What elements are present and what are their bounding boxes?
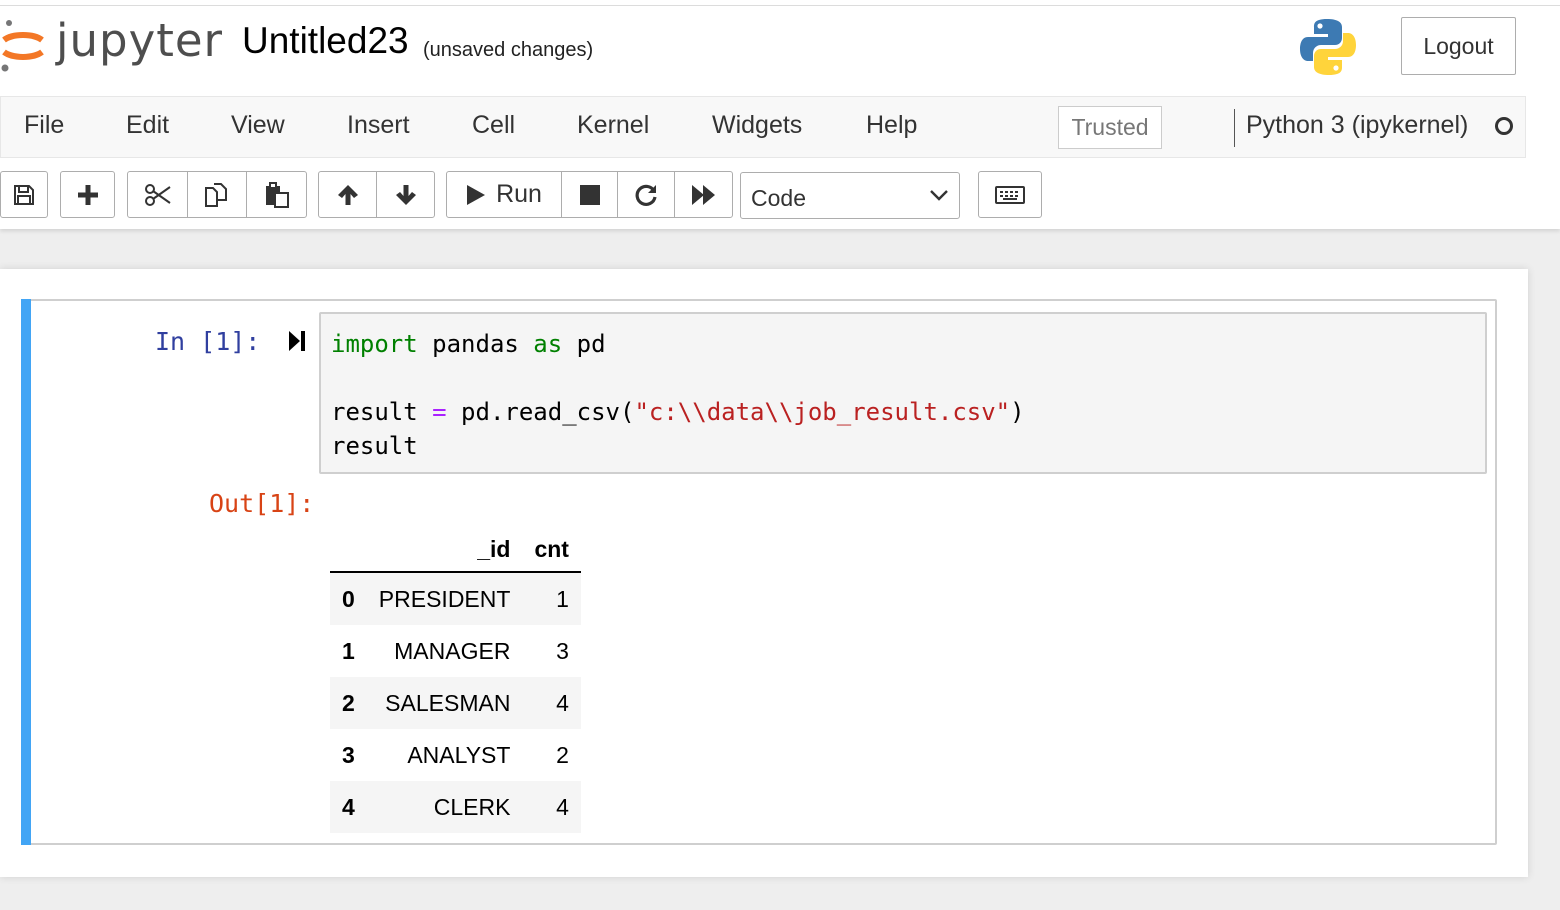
code-token: ) — [1010, 398, 1025, 426]
copy-icon — [205, 182, 227, 207]
code-line: result = pd.read_csv("c:\\data\\job_resu… — [331, 395, 1475, 429]
table-cell: 2 — [556, 741, 569, 768]
table-cell: 4 — [556, 689, 569, 716]
code-editor[interactable]: import pandas as pd result = pd.read_csv(… — [319, 312, 1487, 474]
cell-type-value: Code — [751, 185, 806, 211]
keyboard-icon — [995, 185, 1025, 204]
top-divider — [0, 5, 1560, 6]
arrow-down-icon — [395, 184, 416, 205]
fast-forward-icon — [691, 184, 715, 205]
restart-button[interactable] — [617, 171, 675, 218]
table-row: 3 ANALYST 2 — [330, 729, 581, 781]
run-cell-icon[interactable] — [288, 329, 306, 353]
scissors-icon — [144, 183, 171, 206]
code-cell[interactable]: In [1]: import pandas as pd result = pd.r… — [21, 299, 1497, 845]
table-row: 0 PRESIDENT 1 — [330, 572, 581, 625]
insert-cell-button[interactable] — [60, 171, 115, 218]
paste-icon — [265, 181, 289, 208]
row-index: 4 — [342, 793, 355, 820]
output-prompt: Out[1]: — [209, 489, 315, 518]
table-cell: MANAGER — [394, 637, 511, 664]
table-row: 1 MANAGER 3 — [330, 625, 581, 677]
logout-button[interactable]: Logout — [1401, 17, 1516, 75]
jupyter-logo-icon[interactable] — [0, 16, 46, 74]
stop-icon — [579, 184, 600, 205]
menu-edit[interactable]: Edit — [126, 111, 169, 140]
save-icon — [14, 184, 34, 205]
table-row: 4 CLERK 4 — [330, 781, 581, 833]
paste-button[interactable] — [246, 171, 307, 218]
restart-icon — [635, 184, 657, 206]
menu-file[interactable]: File — [24, 111, 64, 140]
code-token: result — [331, 432, 418, 460]
menu-view[interactable]: View — [231, 111, 285, 140]
save-button[interactable] — [0, 171, 48, 218]
python-logo-icon — [1300, 19, 1356, 75]
table-cell: CLERK — [433, 793, 511, 820]
code-token: pd.read_csv( — [446, 398, 635, 426]
code-token: = — [432, 398, 447, 426]
code-token: as — [533, 330, 563, 358]
table-cell: 3 — [556, 637, 569, 664]
arrow-up-icon — [337, 184, 358, 205]
table-cell: 4 — [556, 793, 569, 820]
table-row: 2 SALESMAN 4 — [330, 677, 581, 729]
row-index: 2 — [342, 689, 355, 716]
code-token: pd — [562, 330, 606, 358]
menu-widgets[interactable]: Widgets — [712, 111, 802, 140]
row-index: 3 — [342, 741, 355, 768]
move-down-button[interactable] — [376, 171, 435, 218]
restart-run-all-button[interactable] — [674, 171, 733, 218]
run-label: Run — [496, 180, 542, 208]
code-token: "c:\\data\\job_result.csv" — [634, 398, 1011, 426]
table-cell: ANALYST — [407, 741, 511, 768]
chevron-down-icon — [930, 190, 948, 201]
menu-kernel[interactable]: Kernel — [577, 111, 649, 140]
column-header: _id — [366, 519, 523, 573]
cell-type-select[interactable]: Code — [740, 172, 960, 219]
menu-insert[interactable]: Insert — [347, 111, 410, 140]
kernel-name[interactable]: Python 3 (ipykernel) — [1246, 111, 1468, 140]
row-index: 1 — [342, 637, 355, 664]
code-token: import — [331, 330, 418, 358]
interrupt-button[interactable] — [561, 171, 618, 218]
plus-icon — [77, 184, 98, 205]
cell-selection-bar — [21, 299, 31, 845]
output-dataframe: _id cnt 0 PRESIDENT 1 1 MANAGER 3 2 SALESMAN 4 3 A… — [330, 519, 581, 833]
menubar: File Edit View Insert Cell Kernel Widget… — [0, 96, 1526, 158]
menu-help[interactable]: Help — [866, 111, 917, 140]
play-icon — [467, 184, 486, 205]
copy-button[interactable] — [187, 171, 247, 218]
logo-wordmark[interactable]: jupyter — [56, 14, 223, 67]
column-header: cnt — [522, 519, 581, 573]
row-index: 0 — [342, 585, 355, 612]
notebook-header: jupyter Untitled23 (unsaved changes) Log… — [0, 0, 1560, 229]
save-status: (unsaved changes) — [423, 39, 594, 61]
table-cell: PRESIDENT — [378, 585, 511, 612]
kernel-idle-icon — [1495, 117, 1513, 135]
code-token: pandas — [417, 330, 534, 358]
notebook-container: In [1]: import pandas as pd result = pd.r… — [0, 269, 1528, 877]
kernel-divider — [1234, 109, 1235, 147]
cut-button[interactable] — [127, 171, 188, 218]
input-prompt: In [1]: — [155, 327, 261, 356]
code-line: import pandas as pd — [331, 327, 1475, 361]
table-body: 0 PRESIDENT 1 1 MANAGER 3 2 SALESMAN 4 3 ANALYST 2 4… — [330, 572, 581, 833]
command-palette-button[interactable] — [978, 171, 1042, 218]
table-cell: SALESMAN — [385, 689, 511, 716]
menu-cell[interactable]: Cell — [472, 111, 515, 140]
code-line: result — [331, 429, 1475, 463]
code-token: result — [331, 398, 433, 426]
table-header-row: _id cnt — [330, 519, 581, 573]
index-header — [330, 519, 367, 573]
notebook-name[interactable]: Untitled23 — [242, 20, 409, 62]
trusted-indicator[interactable]: Trusted — [1058, 106, 1162, 149]
run-button[interactable]: Run — [446, 171, 562, 218]
table-cell: 1 — [556, 585, 569, 612]
move-up-button[interactable] — [318, 171, 377, 218]
